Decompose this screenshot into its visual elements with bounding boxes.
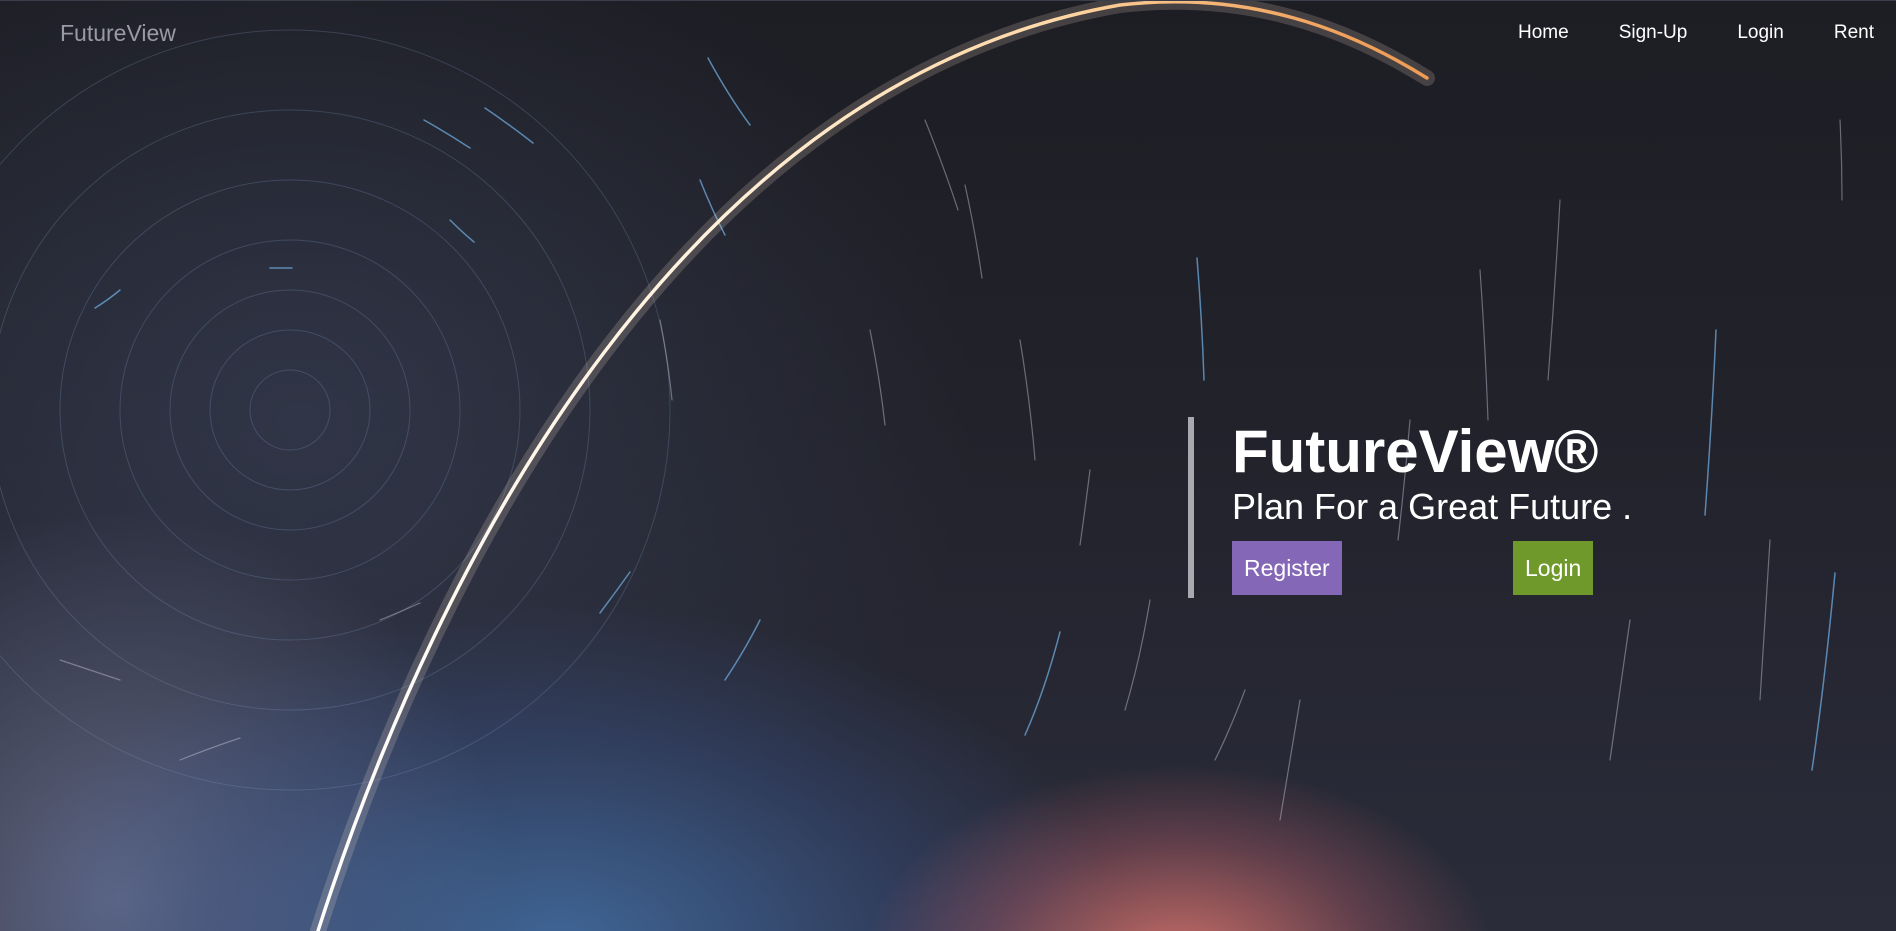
nav-rent-link[interactable]: Rent [1834,22,1874,44]
hero-content: FutureView® Plan For a Great Future . Re… [1232,417,1752,595]
nav-login-link[interactable]: Login [1737,22,1784,44]
hero-subtitle: Plan For a Great Future . [1232,486,1633,527]
register-button[interactable]: Register [1232,541,1342,595]
hero-title: FutureView® [1232,418,1599,485]
main-nav: Home Sign-Up Login Rent [1468,22,1874,44]
nav-signup-link[interactable]: Sign-Up [1619,22,1688,44]
login-button[interactable]: Login [1513,541,1594,595]
top-navbar: FutureView Home Sign-Up Login Rent [0,0,1896,65]
nav-home-link[interactable]: Home [1518,22,1569,44]
hero-buttons: Register Login [1232,541,1752,595]
hero-accent-bar [1188,417,1194,598]
brand-logo-link[interactable]: FutureView [60,20,176,47]
landing-page: FutureView Home Sign-Up Login Rent Futur… [0,0,1896,931]
